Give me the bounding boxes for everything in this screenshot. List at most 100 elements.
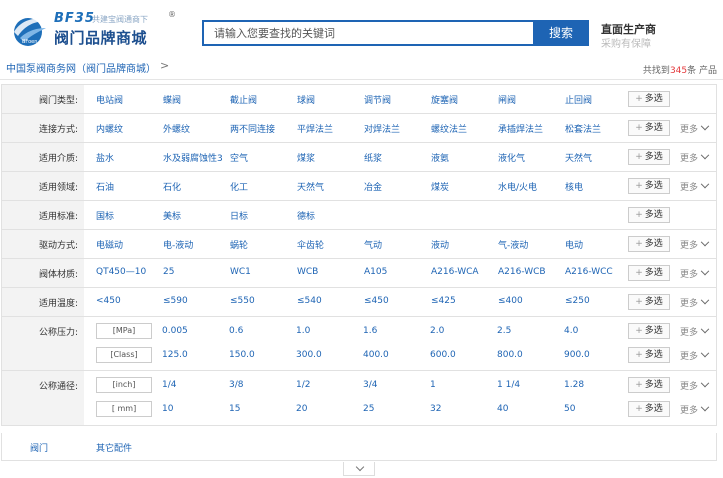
filter-option[interactable]: 两不同连接 bbox=[230, 122, 275, 135]
filter-option[interactable]: 2.0 bbox=[430, 326, 444, 336]
filter-option[interactable]: 松套法兰 bbox=[565, 122, 601, 135]
filter-option[interactable]: 旋塞阀 bbox=[431, 93, 458, 106]
filter-option[interactable]: 液氨 bbox=[431, 151, 449, 164]
collapse-toggle[interactable] bbox=[343, 462, 375, 476]
more-toggle[interactable]: 更多 bbox=[680, 266, 710, 280]
filter-option[interactable]: 调节阀 bbox=[364, 93, 391, 106]
filter-option[interactable]: 0.6 bbox=[229, 326, 243, 336]
filter-option[interactable]: ≤425 bbox=[431, 296, 456, 306]
filter-option[interactable]: 化工 bbox=[230, 180, 248, 193]
filter-option[interactable]: ≤590 bbox=[163, 296, 188, 306]
multi-select-button[interactable]: + 多选 bbox=[628, 236, 670, 252]
multi-select-button[interactable]: + 多选 bbox=[628, 323, 670, 339]
more-toggle[interactable]: 更多 bbox=[680, 295, 710, 309]
filter-option[interactable]: 对焊法兰 bbox=[364, 122, 400, 135]
filter-option[interactable]: 核电 bbox=[565, 180, 583, 193]
search-button[interactable]: 搜索 bbox=[533, 20, 589, 46]
filter-option[interactable]: ≤400 bbox=[498, 296, 523, 306]
filter-option[interactable]: 10 bbox=[162, 404, 173, 414]
filter-option[interactable]: 125.0 bbox=[162, 350, 188, 360]
filter-option[interactable]: 2.5 bbox=[497, 326, 511, 336]
more-toggle[interactable]: 更多 bbox=[680, 179, 710, 193]
category-valve[interactable]: 阀门 bbox=[30, 441, 48, 454]
filter-option[interactable]: 1.0 bbox=[296, 326, 310, 336]
filter-option[interactable]: 1 bbox=[430, 380, 436, 390]
filter-option[interactable]: 15 bbox=[229, 404, 240, 414]
multi-select-button[interactable]: + 多选 bbox=[628, 265, 670, 281]
filter-option[interactable]: ≤540 bbox=[297, 296, 322, 306]
filter-option[interactable]: 900.0 bbox=[564, 350, 590, 360]
multi-select-button[interactable]: + 多选 bbox=[628, 207, 670, 223]
filter-option[interactable]: 球阀 bbox=[297, 93, 315, 106]
multi-select-button[interactable]: + 多选 bbox=[628, 377, 670, 393]
more-toggle[interactable]: 更多 bbox=[680, 150, 710, 164]
filter-option[interactable]: 德标 bbox=[297, 209, 315, 222]
filter-option[interactable]: 水电/火电 bbox=[498, 180, 537, 193]
filter-option[interactable]: 25 bbox=[163, 267, 174, 277]
filter-option[interactable]: 气动 bbox=[364, 238, 382, 251]
more-toggle[interactable]: 更多 bbox=[680, 378, 710, 392]
filter-option[interactable]: 内螺纹 bbox=[96, 122, 123, 135]
breadcrumb-link[interactable]: 中国泵阀商务网（阀门品牌商城） bbox=[6, 60, 156, 75]
filter-option[interactable]: 1.6 bbox=[363, 326, 377, 336]
filter-option[interactable]: 水及弱腐蚀性3 bbox=[163, 151, 223, 164]
filter-option[interactable]: 4.0 bbox=[564, 326, 578, 336]
filter-option[interactable]: QT450—10 bbox=[96, 267, 146, 277]
filter-option[interactable]: 电站阀 bbox=[96, 93, 123, 106]
filter-option[interactable]: 1/4 bbox=[162, 380, 176, 390]
filter-option[interactable]: ≤250 bbox=[565, 296, 590, 306]
filter-option[interactable]: 煤浆 bbox=[297, 151, 315, 164]
filter-option[interactable]: A216-WCB bbox=[498, 267, 546, 277]
filter-option[interactable]: 电磁动 bbox=[96, 238, 123, 251]
search-input[interactable] bbox=[204, 22, 533, 44]
filter-option[interactable]: 外螺纹 bbox=[163, 122, 190, 135]
filter-option[interactable]: 40 bbox=[497, 404, 508, 414]
filter-option[interactable]: ≤550 bbox=[230, 296, 255, 306]
more-toggle[interactable]: 更多 bbox=[680, 324, 710, 338]
filter-option[interactable]: 300.0 bbox=[296, 350, 322, 360]
multi-select-button[interactable]: + 多选 bbox=[628, 91, 670, 107]
filter-option[interactable]: 1/2 bbox=[296, 380, 310, 390]
filter-option[interactable]: 电-液动 bbox=[163, 238, 193, 251]
filter-option[interactable]: 天然气 bbox=[297, 180, 324, 193]
filter-option[interactable]: WC1 bbox=[230, 267, 251, 277]
filter-option[interactable]: 螺纹法兰 bbox=[431, 122, 467, 135]
multi-select-button[interactable]: + 多选 bbox=[628, 401, 670, 417]
filter-option[interactable]: 3/8 bbox=[229, 380, 243, 390]
filter-option[interactable]: 32 bbox=[430, 404, 441, 414]
more-toggle[interactable]: 更多 bbox=[680, 237, 710, 251]
multi-select-button[interactable]: + 多选 bbox=[628, 347, 670, 363]
filter-option[interactable]: 蜗轮 bbox=[230, 238, 248, 251]
filter-option[interactable]: A216-WCC bbox=[565, 267, 613, 277]
filter-option[interactable]: 0.005 bbox=[162, 326, 188, 336]
filter-option[interactable]: 石化 bbox=[163, 180, 181, 193]
filter-option[interactable]: 25 bbox=[363, 404, 374, 414]
multi-select-button[interactable]: + 多选 bbox=[628, 294, 670, 310]
filter-option[interactable]: 止回阀 bbox=[565, 93, 592, 106]
filter-option[interactable]: 美标 bbox=[163, 209, 181, 222]
filter-option[interactable]: 承插焊法兰 bbox=[498, 122, 543, 135]
filter-option[interactable]: WCB bbox=[297, 267, 318, 277]
filter-option[interactable]: 伞齿轮 bbox=[297, 238, 324, 251]
filter-option[interactable]: 电动 bbox=[565, 238, 583, 251]
filter-option[interactable]: 1 1/4 bbox=[497, 380, 520, 390]
filter-option[interactable]: ≤450 bbox=[364, 296, 389, 306]
filter-option[interactable]: 冶金 bbox=[364, 180, 382, 193]
filter-option[interactable]: 闸阀 bbox=[498, 93, 516, 106]
filter-option[interactable]: 150.0 bbox=[229, 350, 255, 360]
filter-option[interactable]: 600.0 bbox=[430, 350, 456, 360]
filter-option[interactable]: 平焊法兰 bbox=[297, 122, 333, 135]
filter-option[interactable]: 煤炭 bbox=[431, 180, 449, 193]
more-toggle[interactable]: 更多 bbox=[680, 402, 710, 416]
filter-option[interactable]: 石油 bbox=[96, 180, 114, 193]
filter-option[interactable]: 国标 bbox=[96, 209, 114, 222]
multi-select-button[interactable]: + 多选 bbox=[628, 149, 670, 165]
multi-select-button[interactable]: + 多选 bbox=[628, 178, 670, 194]
filter-option[interactable]: 1.28 bbox=[564, 380, 584, 390]
filter-option[interactable]: 截止阀 bbox=[230, 93, 257, 106]
filter-option[interactable]: 400.0 bbox=[363, 350, 389, 360]
filter-option[interactable]: 液动 bbox=[431, 238, 449, 251]
filter-option[interactable]: 3/4 bbox=[363, 380, 377, 390]
filter-option[interactable]: <450 bbox=[96, 296, 121, 306]
multi-select-button[interactable]: + 多选 bbox=[628, 120, 670, 136]
